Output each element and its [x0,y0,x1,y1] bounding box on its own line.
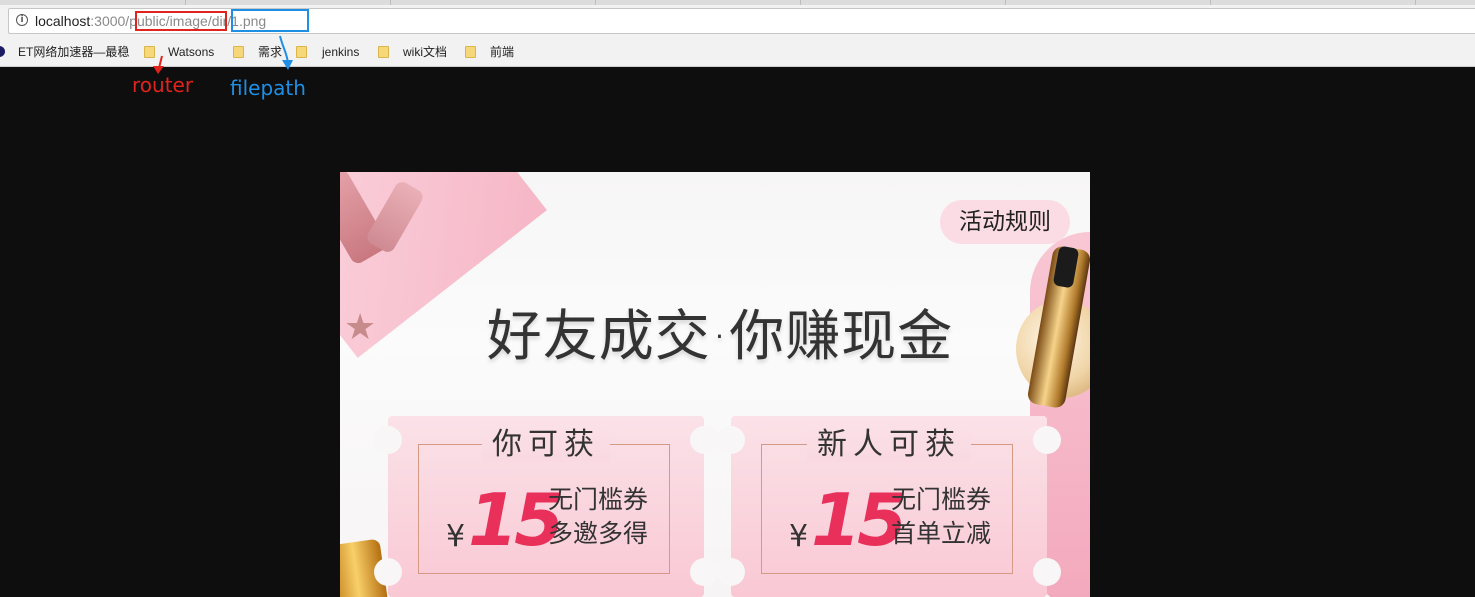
folder-icon [378,46,389,58]
card-title-text: 新人可获 [807,427,971,462]
card-title-text: 你可获 [482,427,610,462]
bookmark-item[interactable]: 需求 [258,45,282,59]
address-bar[interactable]: i localhost:3000/public/image/dir/1.png [8,8,1475,34]
currency-symbol: ¥ [789,519,809,554]
card-title: 你可获 [388,426,704,464]
folder-icon [296,46,307,58]
filepath-annotation: filepath [230,76,306,100]
folder-icon [144,46,155,58]
globe-icon [0,46,5,57]
bookmark-item[interactable]: wiki文档 [403,45,447,59]
bookmark-item[interactable]: Watsons [168,45,214,59]
bookmark-item[interactable]: 前端 [490,45,514,59]
coupon-amount: 15 [811,478,907,562]
folder-icon [465,46,476,58]
currency-symbol: ¥ [446,519,466,554]
card-notch [690,558,718,586]
coupon-note: 多邀多得 [548,519,649,548]
card-notch [1033,558,1061,586]
router-annotation: router [132,73,194,97]
coupon-type: 无门槛券 [548,485,649,514]
coupon-card-newcomer: 新人可获 ¥ 15 无门槛券 首单立减 [717,416,1061,597]
bookmark-item[interactable]: jenkins [322,45,359,59]
coupon-type: 无门槛券 [891,485,992,514]
bookmark-item[interactable]: ET网络加速器—最稳 [18,45,129,59]
coupon-card-referrer: 你可获 ¥ 15 无门槛券 多邀多得 [374,416,718,597]
url-host: localhost [35,13,91,29]
router-highlight-box [135,11,227,31]
url-port: :3000/ [90,13,130,29]
poster-headline: 好友成交·你赚现金 [486,304,954,368]
bookmarks-bar: ET网络加速器—最稳 Watsons 需求 jenkins wiki文档 前端 [0,38,1475,67]
card-notch [717,558,745,586]
activity-rules-button[interactable]: 活动规则 [940,200,1070,244]
card-title: 新人可获 [731,426,1047,464]
coupon-amount: 15 [468,478,564,562]
folder-icon [233,46,244,58]
site-info-icon[interactable]: i [16,14,28,26]
card-notch [374,558,402,586]
promo-image: ★ 活动规则 好友成交·你赚现金 你可获 ¥ 15 无门槛券 多邀多得 新人可获… [340,172,1090,597]
coupon-note: 首单立减 [891,519,992,548]
star-icon: ★ [344,307,377,348]
filepath-highlight-box [231,9,309,32]
